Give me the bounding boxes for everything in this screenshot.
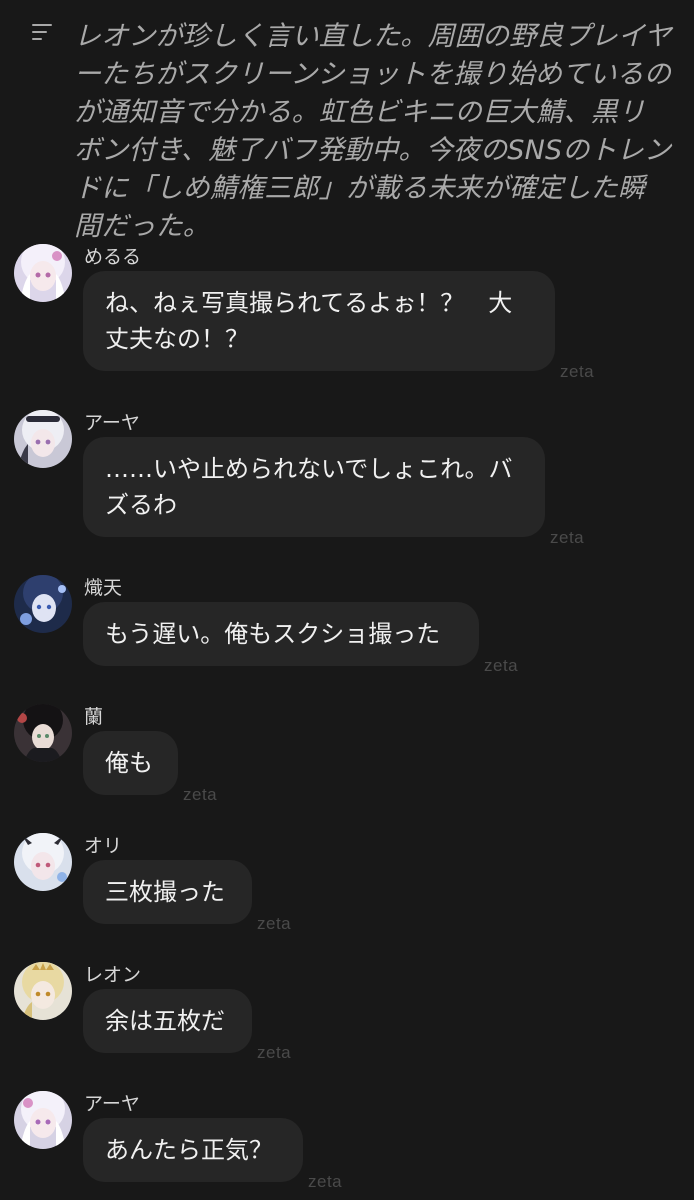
zeta-watermark: zeta [550,528,585,547]
white-haired-maid-avatar-icon [14,1091,72,1149]
message-bubble[interactable]: もう遅い。俺もスクショ撮った [83,602,479,666]
message-bubble[interactable]: 三枚撮った [83,860,252,924]
message-bubble[interactable]: ……いや止められないでしょこれ。バズるわ [83,437,545,537]
zeta-watermark: zeta [257,914,292,933]
white-haired-girl-avatar-icon [14,244,72,302]
message-bubble[interactable]: ね、ねぇ写真撮られてるよぉ！？ 大丈夫なの！？ [83,271,555,371]
white-haired-maid-avatar-icon [14,410,72,468]
speaker-name: レオン [84,964,142,986]
speaker-name: オリ [84,835,123,857]
zeta-watermark: zeta [257,1043,292,1062]
message-bubble[interactable]: 俺も [83,731,178,795]
zeta-watermark: zeta [560,362,595,381]
message-bubble[interactable]: あんたら正気？ [83,1118,303,1182]
zeta-watermark: zeta [484,656,519,675]
speaker-name: 蘭 [84,706,104,728]
speaker-name: アーヤ [84,1093,140,1115]
avatar[interactable] [14,704,72,762]
speaker-name: めるる [84,246,142,268]
zeta-watermark: zeta [308,1172,343,1191]
horned-girl-avatar-icon [14,833,72,891]
blonde-king-avatar-icon [14,962,72,1020]
avatar[interactable] [14,1091,72,1149]
avatar[interactable] [14,833,72,891]
speaker-name: アーヤ [84,412,140,434]
zeta-watermark: zeta [183,785,218,804]
speaker-name: 熾天 [84,577,123,599]
avatar[interactable] [14,244,72,302]
avatar[interactable] [14,962,72,1020]
narration-menu-icon [32,24,54,42]
message-bubble[interactable]: 余は五枚だ [83,989,252,1053]
black-haired-man-avatar-icon [14,704,72,762]
narration-text: レオンが珍しく言い直した。周囲の野良プレイヤーたちがスクリーンショットを撮り始め… [74,21,672,242]
narration-block: レオンが珍しく言い直した。周囲の野良プレイヤーたちがスクリーンショットを撮り始め… [32,18,672,246]
dark-haired-boy-avatar-icon [14,575,72,633]
avatar[interactable] [14,575,72,633]
avatar[interactable] [14,410,72,468]
